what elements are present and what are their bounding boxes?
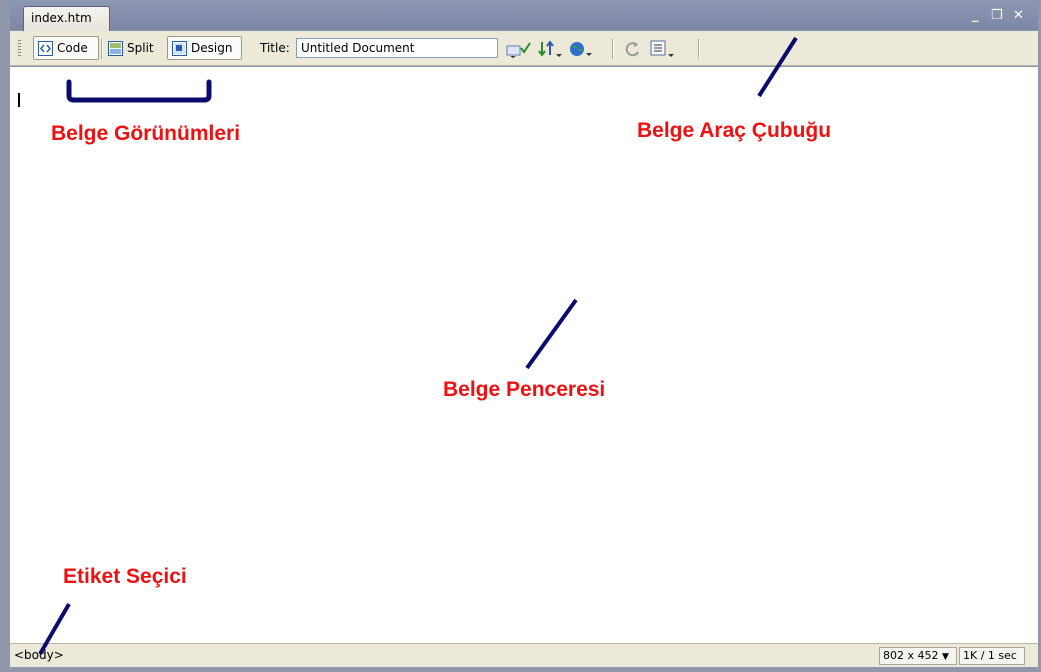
toolbar-separator bbox=[612, 39, 614, 59]
document-tab-bar: index.htm _ ❐ ✕ bbox=[10, 0, 1038, 31]
toolbar-separator bbox=[698, 39, 700, 59]
code-view-button[interactable]: Code bbox=[33, 36, 99, 60]
refresh-icon[interactable] bbox=[624, 40, 642, 61]
chevron-down-icon: ▼ bbox=[942, 652, 949, 662]
window-size-dropdown[interactable]: 802 x 452 ▼ bbox=[879, 647, 957, 665]
status-bar: <body> 802 x 452 ▼ 1K / 1 sec bbox=[10, 643, 1038, 667]
document-title-input[interactable] bbox=[296, 38, 498, 58]
file-transfer-icon[interactable] bbox=[537, 40, 563, 61]
split-view-icon bbox=[108, 40, 123, 56]
title-label: Title: bbox=[260, 41, 290, 55]
preview-browser-icon[interactable] bbox=[569, 40, 595, 61]
view-options-icon[interactable] bbox=[650, 40, 676, 61]
download-time: 1K / 1 sec bbox=[959, 647, 1025, 665]
toolbar-grip-icon[interactable] bbox=[18, 40, 21, 57]
annotation-document-toolbar: Belge Araç Çubuğu bbox=[637, 119, 832, 142]
split-view-label: Split bbox=[127, 41, 154, 55]
toolbar-separator bbox=[101, 39, 103, 59]
split-view-button[interactable]: Split bbox=[104, 36, 164, 60]
document-toolbar: Code Split Design Title: bbox=[10, 31, 1038, 66]
code-view-label: Code bbox=[57, 41, 88, 55]
annotation-document-window: Belge Penceresi bbox=[443, 378, 606, 401]
text-cursor bbox=[18, 93, 20, 107]
design-view-icon bbox=[172, 40, 187, 56]
minimize-icon[interactable]: _ bbox=[972, 8, 979, 23]
close-icon[interactable]: ✕ bbox=[1013, 8, 1024, 23]
annotation-document-views: Belge Görünümleri bbox=[51, 122, 241, 145]
window-size-value: 802 x 452 bbox=[883, 649, 939, 662]
document-window[interactable] bbox=[10, 67, 1038, 643]
window-bottom-edge bbox=[0, 667, 1041, 672]
validate-icon[interactable] bbox=[506, 40, 532, 61]
document-tab[interactable]: index.htm bbox=[23, 6, 110, 31]
code-view-icon bbox=[38, 40, 53, 56]
document-tab-label: index.htm bbox=[31, 11, 92, 25]
annotation-tag-selector: Etiket Seçici bbox=[63, 565, 187, 588]
design-view-button[interactable]: Design bbox=[167, 36, 242, 60]
tag-selector[interactable]: <body> bbox=[14, 648, 64, 662]
restore-icon[interactable]: ❐ bbox=[991, 8, 1003, 23]
design-view-label: Design bbox=[191, 41, 233, 55]
